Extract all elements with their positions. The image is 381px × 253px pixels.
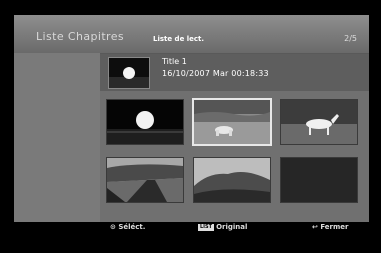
title-preview-thumbnail [108,57,150,89]
original-label: Original [216,223,248,231]
header-bar: Liste Chapitres Liste de lect. 2/5 [14,15,369,53]
title-date-time: 16/10/2007 Mar 00:18:33 [162,69,269,78]
chapter-grid [100,91,369,222]
close-label: Fermer [320,223,349,231]
title-info-bar: Title 1 16/10/2007 Mar 00:18:33 [100,53,369,91]
original-hint[interactable]: LIST Original [198,223,247,231]
footer-bar: ⊙ Séléct. LIST Original ↩ Fermer [14,222,369,236]
list-button-badge: LIST [198,223,215,231]
divider [100,53,369,54]
playlist-tab[interactable]: Liste de lect. [153,35,204,43]
page-title: Liste Chapitres [36,30,125,43]
chapter-thumbnail-cliffs[interactable] [193,157,271,203]
left-column [14,53,100,222]
dvd-screen: Liste Chapitres Liste de lect. 2/5 Title… [0,0,381,253]
chapter-thumbnail-road[interactable] [106,157,184,203]
chapter-thumbnail-horse-grazing[interactable] [192,98,272,146]
chapter-thumbnail-moon[interactable] [106,99,184,145]
page-indicator: 2/5 [344,34,357,43]
title-name: Title 1 [162,57,187,66]
return-icon: ↩ [312,223,318,231]
chapter-thumbnail-horse-white[interactable] [280,99,358,145]
select-hint: ⊙ Séléct. [110,223,145,231]
select-label: Séléct. [118,223,146,231]
circle-select-icon: ⊙ [110,223,116,231]
chapter-list-panel: Liste Chapitres Liste de lect. 2/5 Title… [14,15,369,222]
chapter-thumbnail-empty[interactable] [280,157,358,203]
close-hint[interactable]: ↩ Fermer [312,223,349,231]
